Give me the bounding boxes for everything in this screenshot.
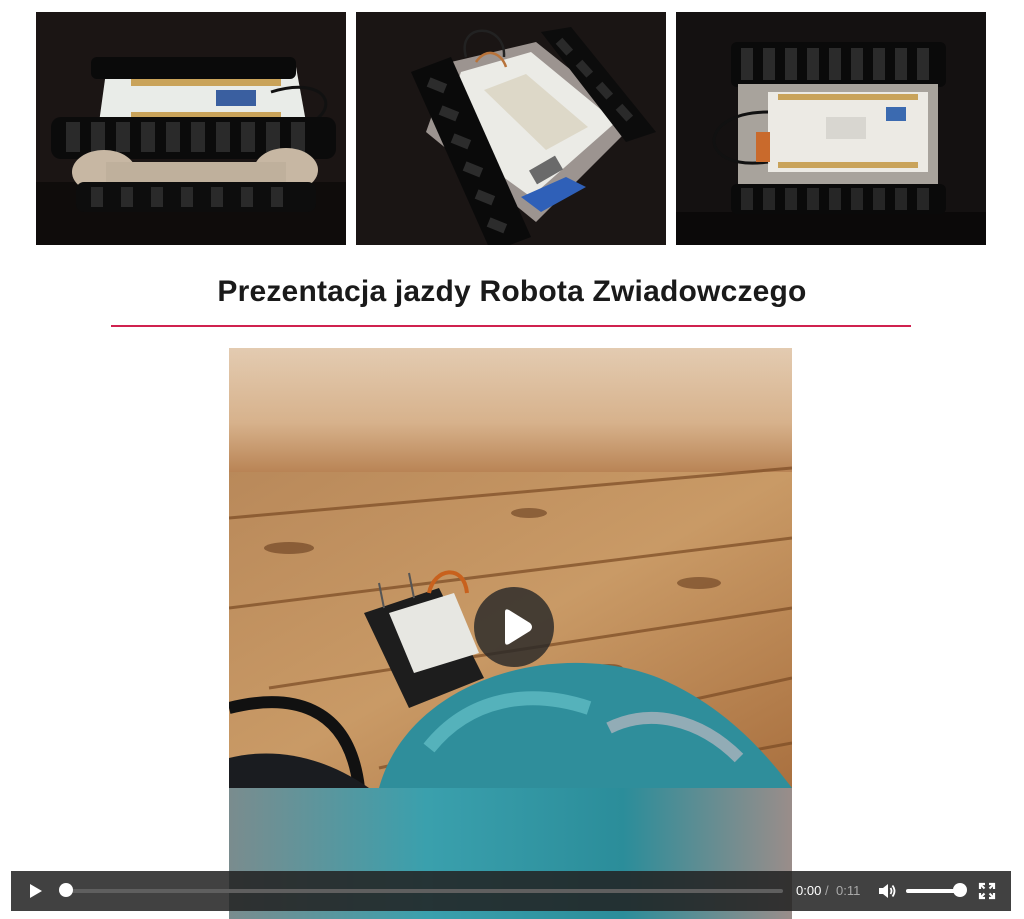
video-play-overlay-button[interactable] (474, 587, 554, 667)
section-title: Prezentacja jazdy Robota Zwiadowczego (217, 275, 807, 308)
volume-slider-handle[interactable] (953, 883, 967, 897)
current-time: 0:00 (796, 883, 822, 898)
play-icon (505, 609, 532, 645)
seek-bar-handle[interactable] (59, 883, 73, 897)
gallery-photo-1[interactable] (36, 12, 346, 245)
mute-button[interactable] (877, 881, 897, 901)
duration: 0:11 (836, 883, 861, 898)
time-separator: / (825, 883, 829, 898)
volume-slider[interactable] (906, 889, 960, 893)
seek-bar[interactable] (64, 889, 783, 893)
robot-side-photo (36, 12, 346, 245)
video-controls: 0:00 / 0:11 (11, 871, 1011, 911)
play-button[interactable] (25, 881, 45, 901)
fullscreen-icon (978, 882, 996, 900)
gallery-photo-2[interactable] (356, 12, 666, 245)
play-icon (30, 884, 42, 898)
gallery-photo-3[interactable] (676, 12, 986, 245)
title-underline (111, 325, 911, 327)
photo-gallery (36, 12, 986, 245)
volume-slider-fill (906, 889, 960, 893)
robot-angled-photo (356, 12, 666, 245)
robot-top-photo (676, 12, 986, 245)
fullscreen-button[interactable] (977, 881, 997, 901)
volume-icon (879, 884, 896, 898)
